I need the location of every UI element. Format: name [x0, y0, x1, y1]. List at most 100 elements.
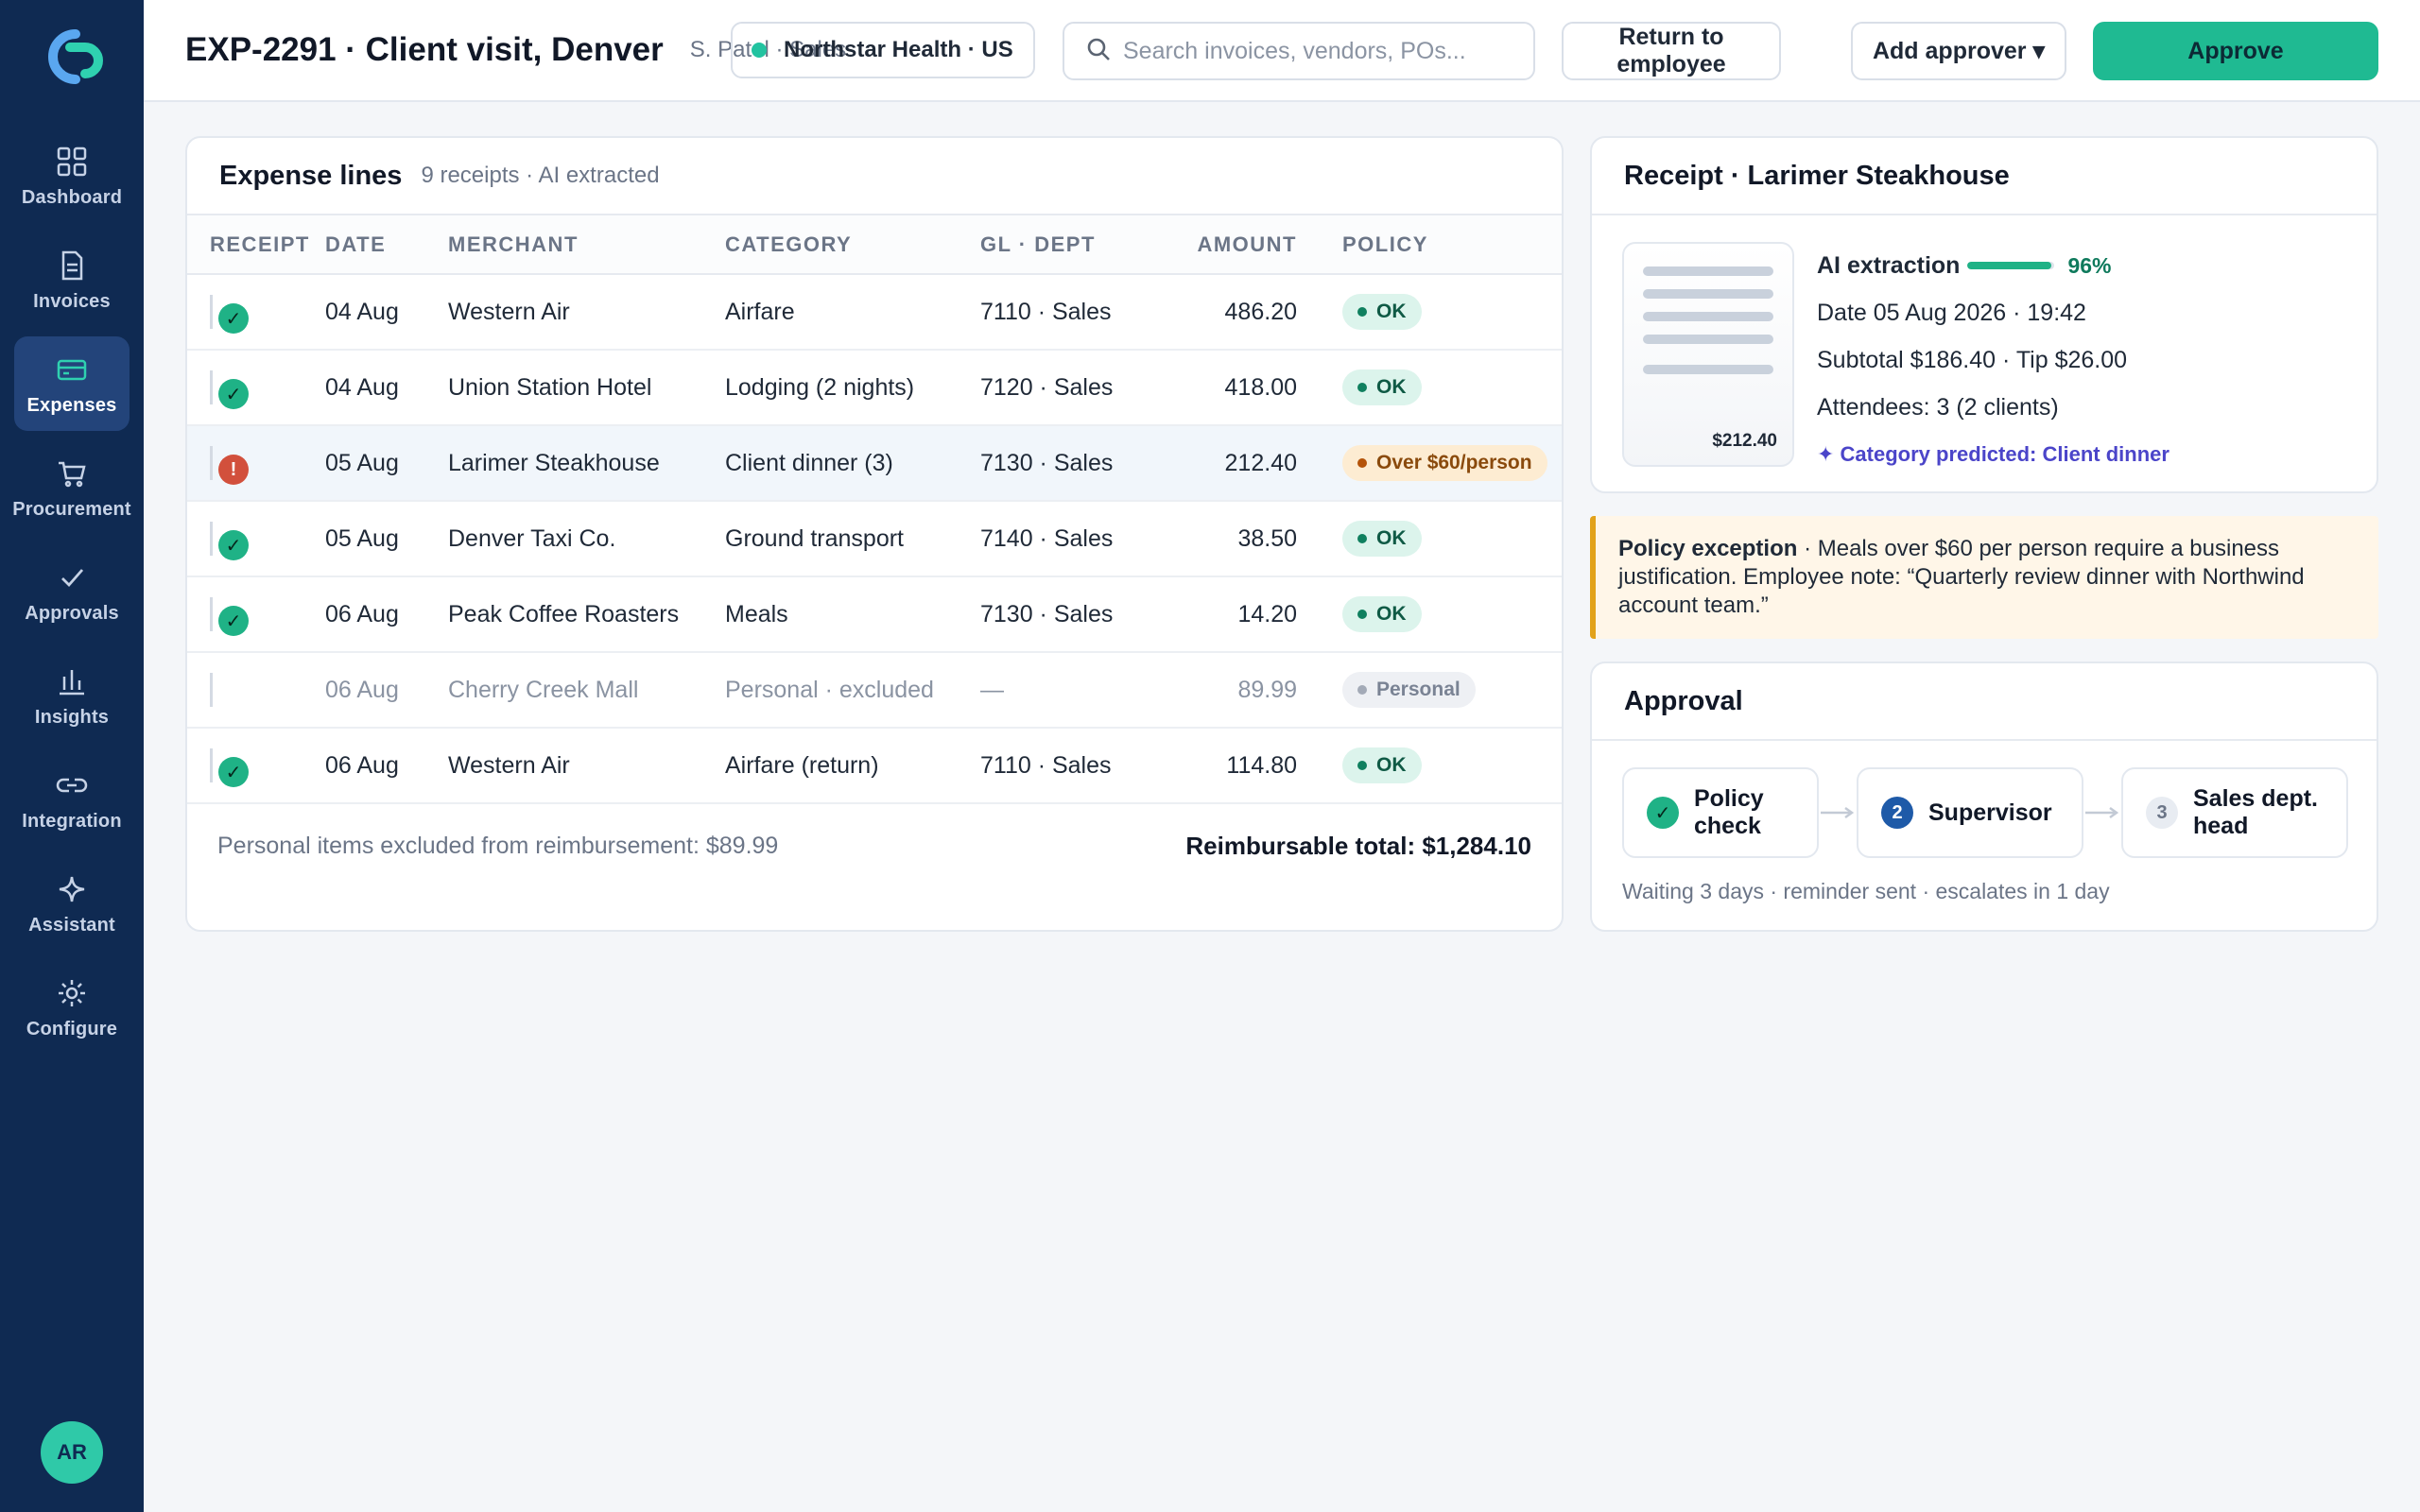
- cell-gl-dept: 7140 · Sales: [980, 501, 1155, 577]
- gear-icon: [54, 975, 90, 1011]
- receipt-check-icon[interactable]: ✓: [218, 379, 249, 409]
- sidebar-item-approvals[interactable]: Approvals: [14, 544, 130, 639]
- table-row-excluded[interactable]: 06 Aug Cherry Creek Mall Personal · excl…: [187, 652, 1562, 729]
- cell-category: Ground transport: [725, 501, 980, 577]
- return-to-employee-button[interactable]: Return to employee: [1562, 22, 1781, 80]
- table-row[interactable]: ✓ 06 Aug Western Air Airfare (return) 71…: [187, 728, 1562, 804]
- step-done-icon: ✓: [1647, 797, 1679, 829]
- approval-card: Approval ✓ Policy check 2 Supervisor 3 S…: [1590, 662, 2378, 932]
- sidebar-item-label: Invoices: [33, 290, 111, 312]
- table-row[interactable]: ✓ 05 Aug Denver Taxi Co. Ground transpor…: [187, 501, 1562, 577]
- column-header-category[interactable]: CATEGORY: [725, 215, 980, 275]
- receipt-subtotal: Subtotal $186.40 · Tip $26.00: [1817, 346, 2128, 373]
- policy-exception-alert: Policy exception · Meals over $60 per pe…: [1590, 516, 2378, 639]
- table-row[interactable]: ✓ 06 Aug Peak Coffee Roasters Meals 7130…: [187, 576, 1562, 653]
- receipt-check-icon[interactable]: ✓: [218, 303, 249, 334]
- column-header-gl-dept[interactable]: GL · DEPT: [980, 215, 1155, 275]
- sidebar-item-procurement[interactable]: Procurement: [12, 440, 131, 535]
- sidebar-item-label: Insights: [34, 706, 110, 728]
- cell-gl-dept: 7120 · Sales: [980, 350, 1155, 426]
- add-approver-button[interactable]: Add approver ▾: [1851, 22, 2066, 80]
- sidebar-item-invoices[interactable]: Invoices: [14, 232, 130, 327]
- sidebar: Dashboard Invoices Expenses Procurement …: [0, 0, 144, 1512]
- cell-merchant: Larimer Steakhouse: [448, 425, 725, 502]
- expense-lines-card: Expense lines 9 receipts · AI extracted …: [185, 136, 1564, 932]
- cell-category: Lodging (2 nights): [725, 350, 980, 426]
- sidebar-item-integration[interactable]: Integration: [14, 752, 130, 847]
- approval-step-supervisor[interactable]: 2 Supervisor: [1857, 767, 2083, 858]
- search-input[interactable]: [1123, 37, 1520, 65]
- sidebar-item-dashboard[interactable]: Dashboard: [14, 129, 130, 223]
- receipt-thumbnail-amount: $212.40: [1712, 431, 1777, 451]
- receipt-check-icon[interactable]: ✓: [218, 606, 249, 636]
- app-logo[interactable]: [36, 25, 108, 96]
- column-header-amount[interactable]: AMOUNT: [1155, 215, 1297, 275]
- cell-date: 05 Aug: [325, 425, 448, 502]
- cell-category: Client dinner (3): [725, 425, 980, 502]
- receipt-attendees: Attendees: 3 (2 clients): [1817, 393, 2059, 421]
- cell-gl-dept: 7110 · Sales: [980, 728, 1155, 804]
- predicted-category[interactable]: ✦ Category predicted: Client dinner: [1817, 442, 2169, 467]
- cell-gl-dept: 7130 · Sales: [980, 425, 1155, 502]
- approval-steps: ✓ Policy check 2 Supervisor 3 Sales dept…: [1622, 767, 2348, 858]
- table-row[interactable]: ✓ 04 Aug Western Air Airfare 7110 · Sale…: [187, 274, 1562, 351]
- approve-button[interactable]: Approve: [2093, 22, 2378, 80]
- policy-badge: Over $60/person: [1342, 445, 1547, 481]
- cell-category: Meals: [725, 576, 980, 653]
- policy-badge: OK: [1342, 521, 1422, 557]
- cell-date: 04 Aug: [325, 350, 448, 426]
- reimbursable-total: Reimbursable total: $1,284.10: [1185, 831, 1531, 860]
- approval-title: Approval: [1624, 685, 1743, 716]
- org-label: Northstar Health · US: [784, 37, 1013, 62]
- search-box[interactable]: [1063, 22, 1535, 80]
- column-header-date[interactable]: DATE: [325, 215, 448, 275]
- sidebar-item-expenses[interactable]: Expenses: [14, 336, 130, 431]
- table-row-selected[interactable]: ! 05 Aug Larimer Steakhouse Client dinne…: [187, 425, 1562, 502]
- sidebar-item-label: Expenses: [26, 394, 117, 416]
- cell-category: Personal · excluded: [725, 652, 980, 729]
- cell-merchant: Peak Coffee Roasters: [448, 576, 725, 653]
- arrow-right-icon: [1819, 805, 1857, 820]
- column-header-receipt[interactable]: RECEIPT: [187, 215, 325, 275]
- receipt-check-icon[interactable]: ✓: [218, 530, 249, 560]
- sidebar-item-label: Procurement: [12, 498, 131, 520]
- table-row[interactable]: ✓ 04 Aug Union Station Hotel Lodging (2 …: [187, 350, 1562, 426]
- sidebar-item-insights[interactable]: Insights: [14, 648, 130, 743]
- cell-merchant: Denver Taxi Co.: [448, 501, 725, 577]
- receipt-warning-icon[interactable]: !: [218, 455, 249, 485]
- cell-date: 06 Aug: [325, 652, 448, 729]
- sidebar-item-label: Approvals: [25, 602, 119, 624]
- org-selector[interactable]: Northstar Health · US: [731, 22, 1035, 78]
- receipt-check-icon[interactable]: ✓: [218, 757, 249, 787]
- policy-badge: Personal: [1342, 672, 1476, 708]
- receipt-date: Date 05 Aug 2026 · 19:42: [1817, 299, 2086, 326]
- sidebar-item-label: Integration: [22, 810, 122, 832]
- policy-badge: OK: [1342, 596, 1422, 632]
- card-subtitle: 9 receipts · AI extracted: [421, 163, 660, 188]
- sidebar-item-assistant[interactable]: Assistant: [14, 856, 130, 951]
- page-title: EXP-2291 · Client visit, Denver: [185, 31, 664, 68]
- receipt-title: Receipt · Larimer Steakhouse: [1624, 160, 2010, 191]
- approval-step-sales-dept-head[interactable]: 3 Sales dept. head: [2121, 767, 2348, 858]
- expense-footer: Personal items excluded from reimburseme…: [187, 804, 1562, 887]
- card-icon: [54, 352, 90, 387]
- step-label: Sales dept. head: [2193, 785, 2318, 839]
- receipt-thumbnail[interactable]: $212.40: [1622, 242, 1794, 467]
- approval-step-policy-check[interactable]: ✓ Policy check: [1622, 767, 1819, 858]
- cell-merchant: Union Station Hotel: [448, 350, 725, 426]
- card-title: Expense lines: [219, 160, 403, 191]
- step-label: Policy check: [1694, 785, 1764, 839]
- step-number: 2: [1881, 797, 1913, 829]
- sidebar-item-configure[interactable]: Configure: [14, 960, 130, 1055]
- step-number: 3: [2146, 797, 2178, 829]
- sidebar-item-label: Configure: [26, 1018, 118, 1040]
- cell-gl-dept: 7110 · Sales: [980, 274, 1155, 351]
- ai-confidence-bar: [1967, 262, 2055, 269]
- cell-category: Airfare (return): [725, 728, 980, 804]
- cell-amount: 38.50: [1155, 501, 1297, 577]
- avatar[interactable]: AR: [41, 1421, 103, 1484]
- bar-chart-icon: [54, 663, 90, 699]
- column-header-merchant[interactable]: MERCHANT: [448, 215, 725, 275]
- column-header-policy[interactable]: POLICY: [1297, 215, 1562, 275]
- ai-extraction-label: AI extraction: [1817, 251, 1961, 279]
